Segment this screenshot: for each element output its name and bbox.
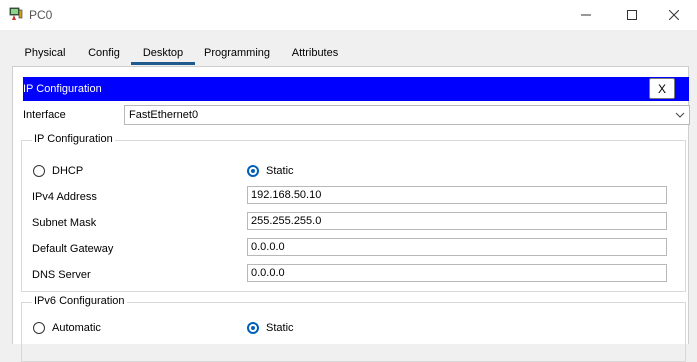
ipv6-group-label: IPv6 Configuration	[32, 295, 127, 307]
ipv6-static-label: Static	[266, 322, 294, 334]
ip-config-header: IP Configuration	[23, 77, 689, 101]
radio-on-icon	[247, 322, 259, 334]
ipv4-config-group: IP Configuration DHCP Static IPv4 Addres…	[21, 133, 686, 292]
window-title: PC0	[29, 8, 53, 22]
radio-off-icon	[33, 322, 45, 334]
default-gateway-input[interactable]	[247, 238, 667, 256]
ipv6-automatic-radio[interactable]: Automatic	[33, 322, 101, 334]
minimize-icon	[581, 14, 591, 16]
tab-programming[interactable]: Programming	[199, 43, 275, 64]
tab-config[interactable]: Config	[79, 43, 129, 64]
close-panel-button[interactable]: X	[649, 78, 675, 99]
dhcp-label: DHCP	[52, 165, 84, 177]
ipv4-address-input[interactable]	[247, 186, 667, 204]
dhcp-radio[interactable]: DHCP	[33, 165, 83, 177]
ipv6-automatic-label: Automatic	[52, 322, 101, 334]
close-window-button[interactable]	[651, 0, 697, 30]
static-radio[interactable]: Static	[247, 165, 294, 177]
minimize-button[interactable]	[563, 0, 609, 30]
interface-value: FastEthernet0	[129, 109, 199, 121]
ipv4-group-label: IP Configuration	[32, 133, 115, 145]
default-gateway-label: Default Gateway	[32, 243, 114, 255]
subnet-mask-input[interactable]	[247, 212, 667, 230]
ip-config-title: IP Configuration	[23, 83, 102, 95]
chevron-down-icon	[675, 112, 685, 118]
desktop-content: IP Configuration X Interface FastEtherne…	[12, 66, 690, 362]
dns-server-input[interactable]	[247, 264, 667, 282]
dns-server-label: DNS Server	[32, 269, 91, 281]
tab-desktop[interactable]: Desktop	[131, 43, 195, 65]
pc-app-icon	[9, 7, 23, 20]
tab-physical[interactable]: Physical	[13, 43, 77, 64]
radio-off-icon	[33, 165, 45, 177]
maximize-button[interactable]	[609, 0, 655, 30]
ipv6-config-group: IPv6 Configuration Automatic Static	[21, 295, 686, 362]
interface-select[interactable]: FastEthernet0	[124, 105, 690, 125]
maximize-icon	[627, 10, 637, 20]
window-titlebar: PC0	[0, 0, 697, 30]
interface-label: Interface	[23, 109, 66, 121]
ipv4-address-label: IPv4 Address	[32, 191, 97, 203]
ipv6-static-radio[interactable]: Static	[247, 322, 294, 334]
tab-attributes[interactable]: Attributes	[285, 43, 345, 64]
close-icon	[669, 10, 679, 20]
subnet-mask-label: Subnet Mask	[32, 217, 97, 229]
static-label: Static	[266, 165, 294, 177]
radio-on-icon	[247, 165, 259, 177]
